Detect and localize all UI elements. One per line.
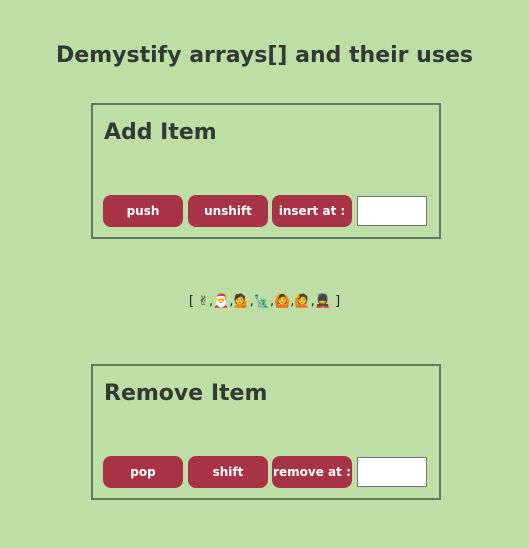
remove-item-heading: Remove Item bbox=[104, 381, 268, 406]
array-item: 💁 bbox=[233, 294, 250, 309]
remove-at-button[interactable]: remove at : bbox=[272, 456, 352, 488]
array-item: 🙆 bbox=[274, 294, 291, 309]
array-item: 🎅 bbox=[213, 294, 230, 309]
array-item: 🗽 bbox=[253, 294, 270, 309]
array-item: 💂 bbox=[314, 294, 331, 309]
push-button[interactable]: push bbox=[103, 195, 183, 227]
page-title: Demystify arrays[] and their uses bbox=[56, 43, 473, 68]
insert-index-input[interactable] bbox=[357, 196, 427, 226]
add-item-panel: Add Item push unshift insert at : bbox=[91, 103, 441, 239]
array-item: 🙋 bbox=[294, 294, 311, 309]
unshift-button[interactable]: unshift bbox=[188, 195, 268, 227]
array-close-bracket: ] bbox=[335, 294, 341, 309]
array-open-bracket: [ bbox=[188, 294, 194, 309]
add-item-heading: Add Item bbox=[104, 120, 217, 145]
array-items: ✌,🎅,💁,🗽,🙆,🙋,💂 bbox=[198, 294, 331, 309]
pop-button[interactable]: pop bbox=[103, 456, 183, 488]
shift-button[interactable]: shift bbox=[188, 456, 268, 488]
remove-item-panel: Remove Item pop shift remove at : bbox=[91, 364, 441, 500]
array-display: [ ✌,🎅,💁,🗽,🙆,🙋,💂 ] bbox=[0, 292, 529, 312]
insert-at-button[interactable]: insert at : bbox=[272, 195, 352, 227]
remove-index-input[interactable] bbox=[357, 457, 427, 487]
array-item: ✌ bbox=[198, 294, 209, 309]
